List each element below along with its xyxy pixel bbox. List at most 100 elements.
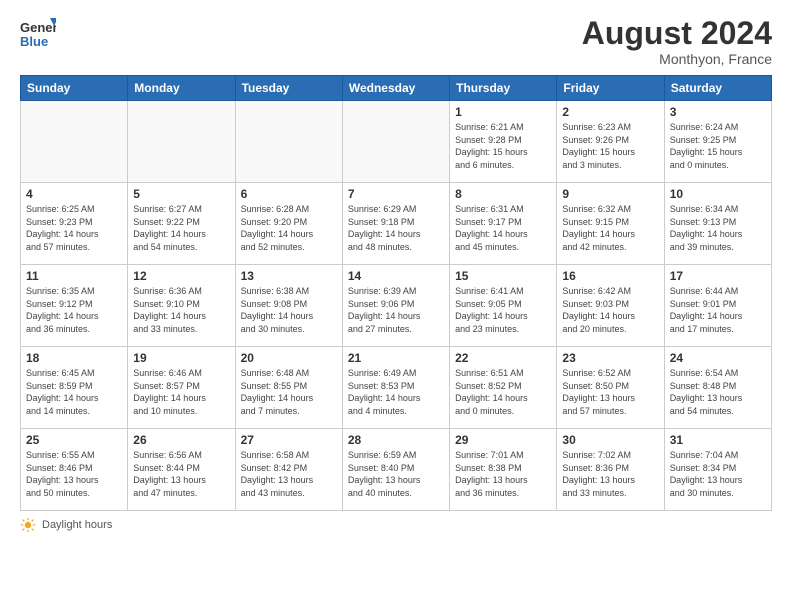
- day-info: Sunrise: 6:51 AM Sunset: 8:52 PM Dayligh…: [455, 367, 551, 417]
- day-number: 26: [133, 433, 229, 447]
- calendar-cell: 8 Sunrise: 6:31 AM Sunset: 9:17 PM Daylig…: [450, 183, 557, 265]
- calendar-cell: 19 Sunrise: 6:46 AM Sunset: 8:57 PM Dayli…: [128, 347, 235, 429]
- day-number: 18: [26, 351, 122, 365]
- day-info: Sunrise: 6:48 AM Sunset: 8:55 PM Dayligh…: [241, 367, 337, 417]
- calendar-cell: 26 Sunrise: 6:56 AM Sunset: 8:44 PM Dayli…: [128, 429, 235, 511]
- day-info: Sunrise: 6:42 AM Sunset: 9:03 PM Dayligh…: [562, 285, 658, 335]
- header: General Blue August 2024 Monthyon, Franc…: [20, 16, 772, 67]
- calendar-cell: 6 Sunrise: 6:28 AM Sunset: 9:20 PM Daylig…: [235, 183, 342, 265]
- day-number: 8: [455, 187, 551, 201]
- day-info: Sunrise: 6:29 AM Sunset: 9:18 PM Dayligh…: [348, 203, 444, 253]
- day-number: 12: [133, 269, 229, 283]
- day-number: 27: [241, 433, 337, 447]
- day-number: 29: [455, 433, 551, 447]
- page: General Blue August 2024 Monthyon, Franc…: [0, 0, 792, 612]
- day-number: 28: [348, 433, 444, 447]
- week-row-1: 4Sunrise: 6:25 AM Sunset: 9:23 PM Daylig…: [21, 183, 772, 265]
- weekday-header-row: SundayMondayTuesdayWednesdayThursdayFrid…: [21, 76, 772, 101]
- subtitle: Monthyon, France: [582, 51, 772, 67]
- calendar-cell: 17 Sunrise: 6:44 AM Sunset: 9:01 PM Dayli…: [664, 265, 771, 347]
- day-number: 16: [562, 269, 658, 283]
- calendar-cell: 22 Sunrise: 6:51 AM Sunset: 8:52 PM Dayli…: [450, 347, 557, 429]
- calendar-cell: 31 Sunrise: 7:04 AM Sunset: 8:34 PM Dayli…: [664, 429, 771, 511]
- day-info: Sunrise: 6:39 AM Sunset: 9:06 PM Dayligh…: [348, 285, 444, 335]
- day-number: 21: [348, 351, 444, 365]
- day-number: 9: [562, 187, 658, 201]
- calendar-cell: [342, 101, 449, 183]
- day-number: 6: [241, 187, 337, 201]
- day-number: 30: [562, 433, 658, 447]
- calendar-cell: 5Sunrise: 6:27 AM Sunset: 9:22 PM Daylig…: [128, 183, 235, 265]
- calendar-cell: 7 Sunrise: 6:29 AM Sunset: 9:18 PM Daylig…: [342, 183, 449, 265]
- calendar-cell: [128, 101, 235, 183]
- day-number: 15: [455, 269, 551, 283]
- calendar-cell: 3 Sunrise: 6:24 AM Sunset: 9:25 PM Daylig…: [664, 101, 771, 183]
- day-info: Sunrise: 6:44 AM Sunset: 9:01 PM Dayligh…: [670, 285, 766, 335]
- week-row-3: 18Sunrise: 6:45 AM Sunset: 8:59 PM Dayli…: [21, 347, 772, 429]
- calendar-cell: 12 Sunrise: 6:36 AM Sunset: 9:10 PM Dayli…: [128, 265, 235, 347]
- day-number: 20: [241, 351, 337, 365]
- calendar-cell: 23Sunrise: 6:52 AM Sunset: 8:50 PM Dayli…: [557, 347, 664, 429]
- svg-text:Blue: Blue: [20, 34, 48, 49]
- calendar-cell: 9 Sunrise: 6:32 AM Sunset: 9:15 PM Daylig…: [557, 183, 664, 265]
- weekday-header-monday: Monday: [128, 76, 235, 101]
- day-info: Sunrise: 6:56 AM Sunset: 8:44 PM Dayligh…: [133, 449, 229, 499]
- day-info: Sunrise: 6:27 AM Sunset: 9:22 PM Dayligh…: [133, 203, 229, 253]
- day-info: Sunrise: 6:23 AM Sunset: 9:26 PM Dayligh…: [562, 121, 658, 171]
- calendar-cell: 27 Sunrise: 6:58 AM Sunset: 8:42 PM Dayli…: [235, 429, 342, 511]
- day-info: Sunrise: 6:28 AM Sunset: 9:20 PM Dayligh…: [241, 203, 337, 253]
- day-info: Sunrise: 6:46 AM Sunset: 8:57 PM Dayligh…: [133, 367, 229, 417]
- day-number: 3: [670, 105, 766, 119]
- day-info: Sunrise: 6:32 AM Sunset: 9:15 PM Dayligh…: [562, 203, 658, 253]
- calendar-cell: 13Sunrise: 6:38 AM Sunset: 9:08 PM Dayli…: [235, 265, 342, 347]
- weekday-header-sunday: Sunday: [21, 76, 128, 101]
- day-number: 7: [348, 187, 444, 201]
- day-info: Sunrise: 6:36 AM Sunset: 9:10 PM Dayligh…: [133, 285, 229, 335]
- weekday-header-tuesday: Tuesday: [235, 76, 342, 101]
- footer-label: Daylight hours: [42, 519, 112, 531]
- title-block: August 2024 Monthyon, France: [582, 16, 772, 67]
- day-info: Sunrise: 6:52 AM Sunset: 8:50 PM Dayligh…: [562, 367, 658, 417]
- weekday-header-thursday: Thursday: [450, 76, 557, 101]
- day-number: 24: [670, 351, 766, 365]
- calendar-cell: 24 Sunrise: 6:54 AM Sunset: 8:48 PM Dayli…: [664, 347, 771, 429]
- day-info: Sunrise: 7:04 AM Sunset: 8:34 PM Dayligh…: [670, 449, 766, 499]
- day-info: Sunrise: 6:21 AM Sunset: 9:28 PM Dayligh…: [455, 121, 551, 171]
- weekday-header-wednesday: Wednesday: [342, 76, 449, 101]
- calendar-cell: 2 Sunrise: 6:23 AM Sunset: 9:26 PM Daylig…: [557, 101, 664, 183]
- day-number: 11: [26, 269, 122, 283]
- calendar-cell: 15Sunrise: 6:41 AM Sunset: 9:05 PM Dayli…: [450, 265, 557, 347]
- day-number: 31: [670, 433, 766, 447]
- day-number: 19: [133, 351, 229, 365]
- calendar-cell: 21 Sunrise: 6:49 AM Sunset: 8:53 PM Dayli…: [342, 347, 449, 429]
- day-number: 17: [670, 269, 766, 283]
- day-number: 10: [670, 187, 766, 201]
- day-info: Sunrise: 6:58 AM Sunset: 8:42 PM Dayligh…: [241, 449, 337, 499]
- calendar-cell: 11Sunrise: 6:35 AM Sunset: 9:12 PM Dayli…: [21, 265, 128, 347]
- calendar-cell: [21, 101, 128, 183]
- day-info: Sunrise: 6:31 AM Sunset: 9:17 PM Dayligh…: [455, 203, 551, 253]
- calendar-cell: 30 Sunrise: 7:02 AM Sunset: 8:36 PM Dayli…: [557, 429, 664, 511]
- day-number: 1: [455, 105, 551, 119]
- week-row-4: 25Sunrise: 6:55 AM Sunset: 8:46 PM Dayli…: [21, 429, 772, 511]
- calendar-cell: 25Sunrise: 6:55 AM Sunset: 8:46 PM Dayli…: [21, 429, 128, 511]
- week-row-2: 11Sunrise: 6:35 AM Sunset: 9:12 PM Dayli…: [21, 265, 772, 347]
- calendar-cell: 20 Sunrise: 6:48 AM Sunset: 8:55 PM Dayli…: [235, 347, 342, 429]
- day-number: 22: [455, 351, 551, 365]
- footer: Daylight hours: [20, 517, 772, 533]
- day-number: 2: [562, 105, 658, 119]
- day-number: 25: [26, 433, 122, 447]
- weekday-header-saturday: Saturday: [664, 76, 771, 101]
- weekday-header-friday: Friday: [557, 76, 664, 101]
- calendar-cell: 28Sunrise: 6:59 AM Sunset: 8:40 PM Dayli…: [342, 429, 449, 511]
- day-info: Sunrise: 6:49 AM Sunset: 8:53 PM Dayligh…: [348, 367, 444, 417]
- day-info: Sunrise: 6:54 AM Sunset: 8:48 PM Dayligh…: [670, 367, 766, 417]
- calendar-cell: 29Sunrise: 7:01 AM Sunset: 8:38 PM Dayli…: [450, 429, 557, 511]
- week-row-0: 1 Sunrise: 6:21 AM Sunset: 9:28 PM Daylig…: [21, 101, 772, 183]
- day-number: 4: [26, 187, 122, 201]
- day-info: Sunrise: 6:24 AM Sunset: 9:25 PM Dayligh…: [670, 121, 766, 171]
- calendar-cell: [235, 101, 342, 183]
- svg-text:General: General: [20, 20, 56, 35]
- calendar-table: SundayMondayTuesdayWednesdayThursdayFrid…: [20, 75, 772, 511]
- day-info: Sunrise: 7:02 AM Sunset: 8:36 PM Dayligh…: [562, 449, 658, 499]
